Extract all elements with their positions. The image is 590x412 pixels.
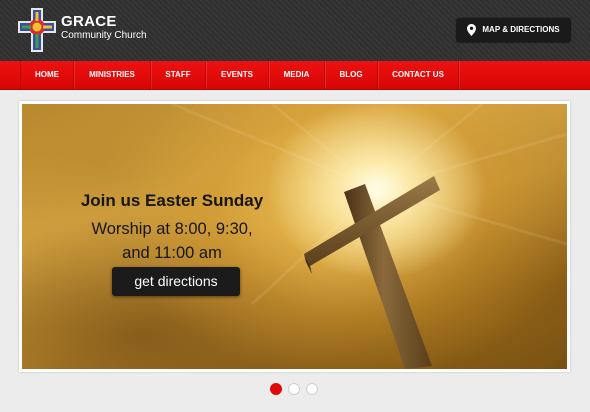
nav-item-home[interactable]: HOME [20, 61, 74, 89]
nav-item-contact-us[interactable]: CONTACT US [378, 61, 459, 89]
map-pin-icon [467, 23, 477, 36]
nav-item-staff[interactable]: STAFF [151, 61, 206, 89]
brand-name[interactable]: GRACE [61, 13, 117, 30]
hero-line-1: Worship at 8:00, 9:30, [91, 220, 253, 238]
nav-item-blog[interactable]: BLOG [325, 61, 378, 89]
hero-slider: Join us Easter Sunday Worship at 8:00, 9… [19, 101, 570, 372]
get-directions-button[interactable]: get directions [112, 267, 240, 296]
main-nav: HOME MINISTRIES STAFF EVENTS MEDIA BLOG … [0, 61, 590, 90]
nav-item-ministries[interactable]: MINISTRIES [74, 61, 151, 89]
hero-service-times: Worship at 8:00, 9:30, and 11:00 am [62, 217, 282, 265]
hero-headline: Join us Easter Sunday [80, 191, 264, 210]
site-header: GRACE Community Church MAP & DIRECTIONS [0, 0, 590, 61]
slider-dot-3[interactable] [306, 383, 318, 395]
map-directions-button[interactable]: MAP & DIRECTIONS [456, 17, 571, 42]
slider-pagination [270, 383, 318, 395]
brand-subtitle: Community Church [61, 30, 147, 41]
slider-dot-2[interactable] [288, 383, 300, 395]
nav-item-media[interactable]: MEDIA [269, 61, 325, 89]
slider-dot-1[interactable] [270, 383, 282, 395]
hero-slide: Join us Easter Sunday Worship at 8:00, 9… [22, 104, 567, 369]
nav-item-events[interactable]: EVENTS [206, 61, 269, 89]
hero-line-2: and 11:00 am [122, 244, 222, 262]
map-directions-label: MAP & DIRECTIONS [482, 25, 560, 34]
church-cross-logo-icon[interactable] [18, 8, 56, 52]
